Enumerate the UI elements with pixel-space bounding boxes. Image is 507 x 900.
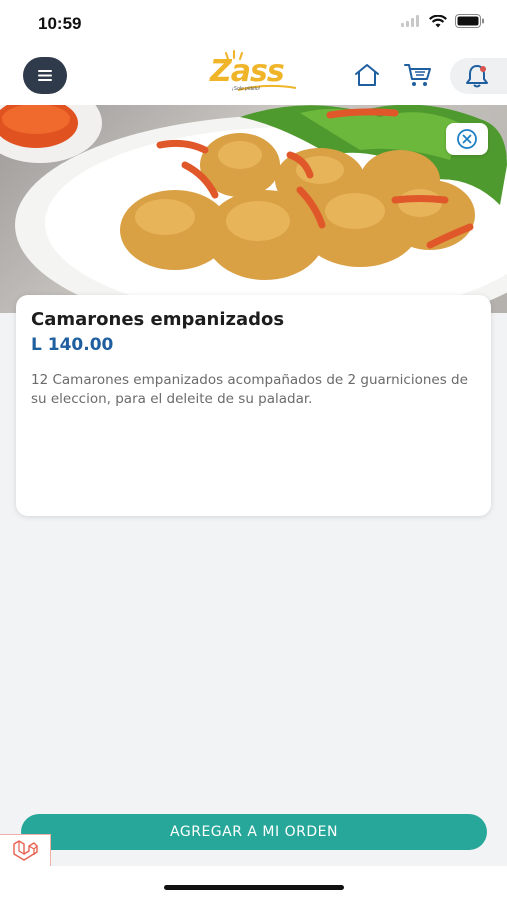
home-icon <box>355 64 379 86</box>
bell-icon <box>466 65 488 88</box>
close-button[interactable] <box>446 123 488 155</box>
brand-logo: Zass ¡Solo pídelo! <box>206 50 302 98</box>
close-circle-icon <box>457 129 477 149</box>
product-price: L 140.00 <box>31 335 114 355</box>
battery-icon <box>455 14 484 28</box>
product-image <box>0 105 507 313</box>
product-name: Camarones empanizados <box>31 309 285 330</box>
add-to-order-button[interactable]: AGREGAR A MI ORDEN <box>21 814 487 850</box>
menu-icon <box>38 70 52 81</box>
logo-tagline: ¡Solo pídelo! <box>232 86 261 92</box>
signal-icon <box>401 15 419 27</box>
product-card: Camarones empanizados L 140.00 12 Camaro… <box>16 295 491 516</box>
product-description: 12 Camarones empanizados acompañados de … <box>31 372 468 407</box>
status-icons <box>401 14 485 28</box>
debug-badge[interactable] <box>0 834 51 867</box>
laravel-icon <box>13 840 38 861</box>
status-bar: 10:59 <box>0 0 507 48</box>
fried-shrimp-illustration <box>0 105 507 313</box>
bottom-safe-area <box>0 866 507 900</box>
cart-icon <box>404 64 431 86</box>
app-header: Zass ¡Solo pídelo! <box>0 48 507 105</box>
home-button[interactable] <box>352 60 382 90</box>
cart-button[interactable] <box>403 60 433 90</box>
wifi-icon <box>429 14 447 27</box>
notifications-button[interactable] <box>450 58 507 94</box>
status-time: 10:59 <box>38 14 82 33</box>
menu-button[interactable] <box>23 57 67 94</box>
home-indicator <box>164 885 344 890</box>
